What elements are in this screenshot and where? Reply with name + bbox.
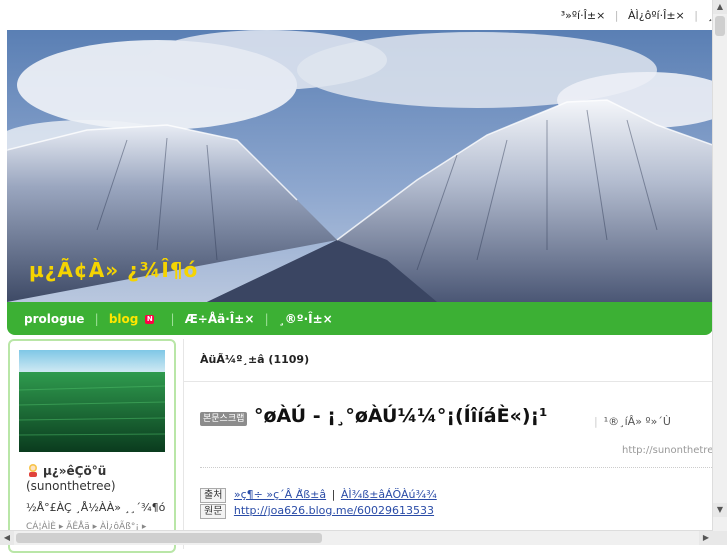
source-row: 출처 »ç¶÷ »ç´Â À̾ß±â | ÀÌ¾ß±âÁÖÀú¾¾ [200, 488, 437, 503]
post-category: | ¹®¸íÂ» º»´Ù [594, 415, 671, 428]
post-count: ÀüÃ¼º¸±â (1109) [200, 353, 310, 366]
vertical-scroll-thumb[interactable] [715, 16, 725, 36]
source-label: 출처 [200, 488, 227, 503]
post-count-label[interactable]: ÀüÃ¼º¸±â [200, 353, 265, 366]
top-bar: ³»ºí·Î±× | ÀÌ¿ôºí·Î±× | ¸ [0, 0, 713, 30]
scrap-badge: 본문스크랩 [200, 412, 248, 426]
nav-memolog[interactable]: ¸®º·Î±× [279, 312, 333, 326]
blog-title[interactable]: µ¿Ã¢À» ¿¾Î¶ó [29, 258, 198, 282]
profile-id: (sunonthetree) [26, 479, 116, 493]
divider [184, 381, 714, 382]
scroll-left-arrow-icon[interactable]: ◀ [0, 531, 14, 545]
post-count-number: 1109 [273, 353, 305, 366]
grass-field-image [19, 350, 165, 452]
post-area: ÀüÃ¼º¸±â (1109) 본문스크랩 °øÀÚ - ¡¸°øÀÚ¼¼°¡(… [183, 339, 720, 549]
scroll-right-arrow-icon[interactable]: ▶ [699, 531, 713, 545]
top-links: ³»ºí·Î±× | ÀÌ¿ôºí·Î±× | ¸ [560, 9, 713, 22]
post-category-link[interactable]: ¹®¸íÂ» º»´Ù [604, 415, 671, 428]
profile-nickname[interactable]: µ¿»êÇö°ü [43, 464, 106, 478]
neighbor-blog-link[interactable]: ÀÌ¿ôºí·Î±× [628, 9, 685, 22]
profile-image [19, 350, 165, 452]
scroll-up-arrow-icon[interactable]: ▲ [713, 0, 727, 14]
nav-prologue[interactable]: prologue [24, 312, 84, 326]
nav-photolog[interactable]: Æ÷Åä·Î±× [185, 312, 255, 326]
my-blog-link[interactable]: ³»ºí·Î±× [561, 9, 606, 22]
original-label: 원문 [200, 504, 227, 519]
post-title[interactable]: °øÀÚ - ¡¸°øÀÚ¼¼°¡(ÍîíáÈ«)¡¹ [254, 405, 548, 427]
original-link[interactable]: http://joa626.blog.me/60029613533 [234, 504, 434, 517]
horizontal-scroll-thumb[interactable] [16, 533, 322, 543]
source-link-2[interactable]: ÀÌ¾ß±âÁÖÀú¾¾ [341, 488, 437, 501]
scrollbar-corner [713, 531, 727, 545]
blog-nav-bar: prologue | blog N | Æ÷Åä·Î±× | ¸®º·Î±× [7, 302, 713, 335]
post-url[interactable]: http://sunonthetree [622, 445, 720, 456]
profile-nick: µ¿»êÇö°ü (sunonthetree) [26, 463, 171, 494]
original-row: 원문 http://joa626.blog.me/60029613533 [200, 504, 434, 519]
dotted-divider [200, 467, 714, 468]
vertical-scrollbar[interactable]: ▲ ▼ [712, 0, 727, 531]
avatar [26, 463, 40, 477]
scroll-down-arrow-icon[interactable]: ▼ [713, 503, 727, 517]
profile-sidebar: µ¿»êÇö°ü (sunonthetree) ½Å°£ÀÇ ¸Å½ÀÀ» ¸¸… [8, 339, 176, 553]
nav-blog-label: blog [108, 312, 139, 326]
new-badge: N [145, 315, 155, 324]
blog-banner: µ¿Ã¢À» ¿¾Î¶ó [7, 30, 713, 302]
source-link-1[interactable]: »ç¶÷ »ç´Â À̾ß±â [234, 488, 326, 501]
horizontal-scrollbar[interactable]: ◀ ▶ [0, 530, 713, 545]
nav-blog[interactable]: blog N [109, 312, 161, 326]
profile-intro: ½Å°£ÀÇ ¸Å½ÀÀ» ¸¸´¾¶ó [26, 501, 166, 514]
